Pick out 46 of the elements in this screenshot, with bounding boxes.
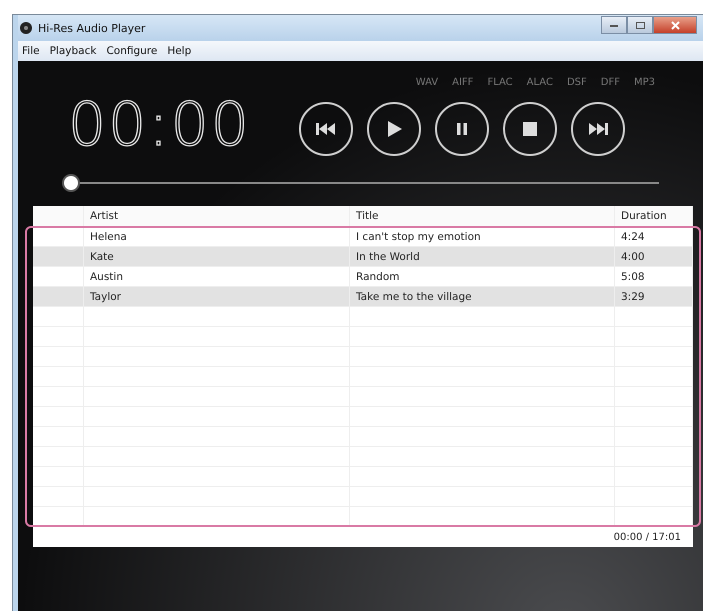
next-button[interactable] — [570, 102, 625, 156]
duration-cell: 4:24 — [615, 227, 693, 246]
play-button[interactable] — [366, 102, 421, 156]
artist-cell: Austin — [84, 267, 350, 286]
menu-item[interactable]: File — [22, 45, 40, 57]
title-cell: Random — [350, 267, 615, 286]
column-header[interactable]: Artist — [84, 206, 350, 226]
duration-cell: 4:00 — [615, 247, 693, 266]
seek-slider[interactable] — [65, 176, 659, 190]
artist-cell: Taylor — [84, 287, 350, 306]
format-label: FLAC — [487, 77, 513, 88]
format-label: DFF — [600, 77, 620, 88]
playback-time-total: 00:00 / 17:01 — [614, 532, 681, 542]
minimize-button[interactable] — [601, 16, 627, 34]
column-header[interactable]: Duration — [615, 206, 693, 226]
format-label: DSF — [566, 77, 587, 88]
format-label: WAV — [416, 77, 438, 88]
maximize-icon — [636, 22, 644, 28]
duration-cell: 5:08 — [615, 267, 693, 286]
format-label: AIFF — [452, 77, 474, 88]
menu-item[interactable]: Configure — [106, 45, 158, 57]
duration-cell: 3:29 — [615, 287, 693, 306]
format-label: MP3 — [634, 77, 655, 88]
close-button[interactable] — [653, 16, 697, 34]
maximize-button[interactable] — [627, 16, 653, 34]
menu-item[interactable]: Playback — [50, 45, 96, 57]
time-display: 00:00 — [68, 95, 251, 155]
format-label: ALAC — [526, 77, 553, 88]
skip-back-icon — [314, 120, 338, 138]
artist-cell: Helena — [84, 227, 350, 246]
playlist-row[interactable]: Kate In the World 4:00 — [33, 247, 693, 267]
artist-cell: Kate — [84, 247, 350, 266]
window-title: Hi-Res Audio Player — [38, 22, 146, 34]
menu-item[interactable]: Help — [167, 45, 192, 57]
previous-button[interactable] — [298, 102, 353, 156]
playlist-row[interactable]: Taylor Take me to the village 3:29 — [33, 287, 693, 307]
minimize-icon — [610, 24, 618, 26]
pause-button[interactable] — [434, 102, 489, 156]
stop-button[interactable] — [502, 102, 557, 156]
title-cell: Take me to the village — [350, 287, 615, 306]
title-cell: In the World — [350, 247, 615, 266]
disc-icon — [20, 22, 32, 34]
seek-thumb[interactable] — [64, 176, 78, 190]
column-header[interactable]: Title — [350, 206, 615, 226]
title-cell: I can't stop my emotion — [350, 227, 615, 246]
close-icon — [670, 20, 680, 30]
